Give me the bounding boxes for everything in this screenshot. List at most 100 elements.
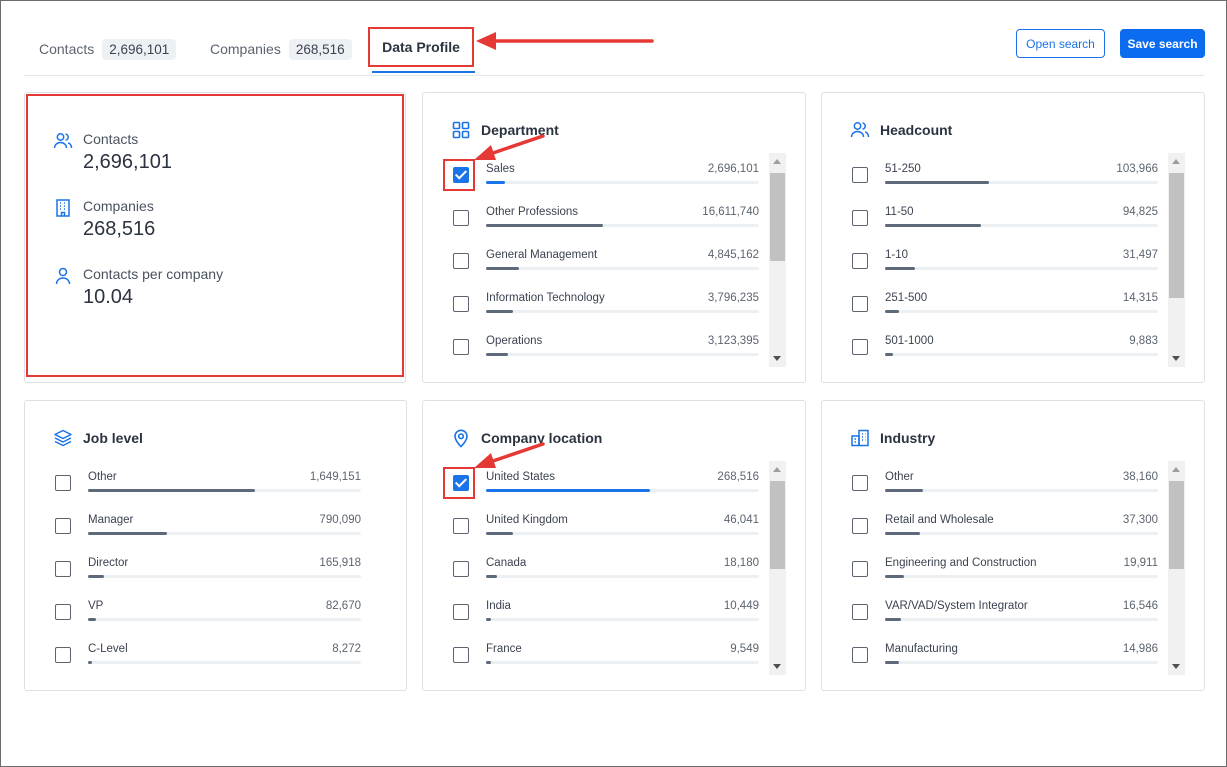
scroll-thumb[interactable]: [770, 173, 785, 261]
checkbox[interactable]: [852, 210, 868, 226]
list-item[interactable]: Canada 18,180: [451, 551, 759, 594]
item-bar-track: [885, 532, 1158, 535]
scroll-down-icon[interactable]: [1172, 664, 1180, 669]
checkbox[interactable]: [852, 296, 868, 312]
company-location-card: Company location United States 268,516 Uni…: [422, 400, 806, 691]
top-tab-bar: Contacts 2,696,101 Companies 268,516 Dat…: [24, 26, 1205, 76]
item-bar-fill: [88, 532, 168, 535]
list-item[interactable]: Director 165,918: [53, 551, 361, 594]
list-item[interactable]: France 9,549: [451, 637, 759, 680]
list-item[interactable]: Other 1,649,151: [53, 465, 361, 508]
list-item[interactable]: Retail and Wholesale 37,300: [850, 508, 1158, 551]
list-item[interactable]: 501-1000 9,883: [850, 329, 1158, 372]
checkbox[interactable]: [852, 518, 868, 534]
tab-contacts[interactable]: Contacts 2,696,101: [39, 32, 177, 66]
item-count: 37,300: [1122, 514, 1158, 526]
item-label: Engineering and Construction: [885, 557, 1037, 569]
list-item[interactable]: VP 82,670: [53, 594, 361, 637]
checkbox[interactable]: [852, 647, 868, 663]
item-bar-fill: [885, 181, 989, 184]
item-label: General Management: [486, 249, 598, 261]
headcount-scrollbar[interactable]: [1168, 153, 1185, 367]
item-bar-track: [885, 618, 1158, 621]
save-search-button[interactable]: Save search: [1120, 29, 1205, 58]
checkbox[interactable]: [453, 339, 469, 355]
item-bar-fill: [885, 224, 981, 227]
checkbox-checked[interactable]: [453, 475, 469, 491]
company-location-scrollbar[interactable]: [769, 461, 786, 675]
list-item[interactable]: Manager 790,090: [53, 508, 361, 551]
checkbox[interactable]: [852, 561, 868, 577]
list-item[interactable]: General Management 4,845,162: [451, 243, 759, 286]
users-icon: [850, 122, 870, 138]
checkbox[interactable]: [55, 647, 71, 663]
open-search-button[interactable]: Open search: [1016, 29, 1105, 58]
checkbox[interactable]: [55, 604, 71, 620]
department-scrollbar[interactable]: [769, 153, 786, 367]
list-item[interactable]: Operations 3,123,395: [451, 329, 759, 372]
list-item[interactable]: India 10,449: [451, 594, 759, 637]
checkbox[interactable]: [852, 475, 868, 491]
item-label: United States: [486, 471, 556, 483]
list-item[interactable]: United States 268,516: [443, 465, 759, 508]
scroll-down-icon[interactable]: [773, 664, 781, 669]
checkbox[interactable]: [453, 296, 469, 312]
scroll-down-icon[interactable]: [773, 356, 781, 361]
list-item[interactable]: Other 38,160: [850, 465, 1158, 508]
item-bar-track: [88, 532, 361, 535]
list-item[interactable]: Other Professions 16,611,740: [451, 200, 759, 243]
scroll-up-icon[interactable]: [773, 159, 781, 164]
checkbox[interactable]: [55, 475, 71, 491]
checkbox[interactable]: [55, 561, 71, 577]
scroll-up-icon[interactable]: [1172, 159, 1180, 164]
list-item[interactable]: Engineering and Construction 19,911: [850, 551, 1158, 594]
list-item[interactable]: 1-10 31,497: [850, 243, 1158, 286]
checkbox[interactable]: [852, 167, 868, 183]
item-count: 3,123,395: [707, 335, 759, 347]
checkbox[interactable]: [453, 604, 469, 620]
checkbox[interactable]: [453, 210, 469, 226]
list-item[interactable]: C-Level 8,272: [53, 637, 361, 680]
list-item[interactable]: United Kingdom 46,041: [451, 508, 759, 551]
scroll-thumb[interactable]: [1169, 173, 1184, 298]
checkbox[interactable]: [852, 339, 868, 355]
item-label: 51-250: [885, 163, 921, 175]
checkbox[interactable]: [852, 604, 868, 620]
tab-companies[interactable]: Companies 268,516: [210, 32, 352, 66]
list-item[interactable]: 51-250 103,966: [850, 157, 1158, 200]
scroll-down-icon[interactable]: [1172, 356, 1180, 361]
item-count: 10,449: [723, 600, 759, 612]
item-count: 14,986: [1122, 643, 1158, 655]
item-bar-fill: [486, 267, 519, 270]
checkbox[interactable]: [453, 253, 469, 269]
layers-icon: [54, 429, 72, 447]
tab-data-profile[interactable]: Data Profile: [368, 27, 474, 67]
item-label: 501-1000: [885, 335, 934, 347]
checkbox-checked[interactable]: [453, 167, 469, 183]
list-item[interactable]: VAR/VAD/System Integrator 16,546: [850, 594, 1158, 637]
list-item[interactable]: 251-500 14,315: [850, 286, 1158, 329]
checkbox[interactable]: [453, 561, 469, 577]
item-label: Other Professions: [486, 206, 579, 218]
scroll-thumb[interactable]: [1169, 481, 1184, 569]
list-item[interactable]: 11-50 94,825: [850, 200, 1158, 243]
item-count: 18,180: [723, 557, 759, 569]
checkbox[interactable]: [453, 647, 469, 663]
item-bar-fill: [486, 661, 492, 664]
scroll-thumb[interactable]: [770, 481, 785, 569]
item-label: United Kingdom: [486, 514, 568, 526]
department-card: Department Sales 2,696,101 Other Professio…: [422, 92, 806, 383]
list-item[interactable]: Information Technology 3,796,235: [451, 286, 759, 329]
companies-stat-value: 268,516: [83, 218, 156, 240]
checkbox[interactable]: [852, 253, 868, 269]
scroll-up-icon[interactable]: [773, 467, 781, 472]
industry-scrollbar[interactable]: [1168, 461, 1185, 675]
list-item[interactable]: Sales 2,696,101: [443, 157, 759, 200]
item-bar-track: [486, 618, 759, 621]
checkbox[interactable]: [55, 518, 71, 534]
list-item[interactable]: Manufacturing 14,986: [850, 637, 1158, 680]
item-count: 31,497: [1122, 249, 1158, 261]
checkbox[interactable]: [453, 518, 469, 534]
item-bar-fill: [885, 575, 905, 578]
scroll-up-icon[interactable]: [1172, 467, 1180, 472]
